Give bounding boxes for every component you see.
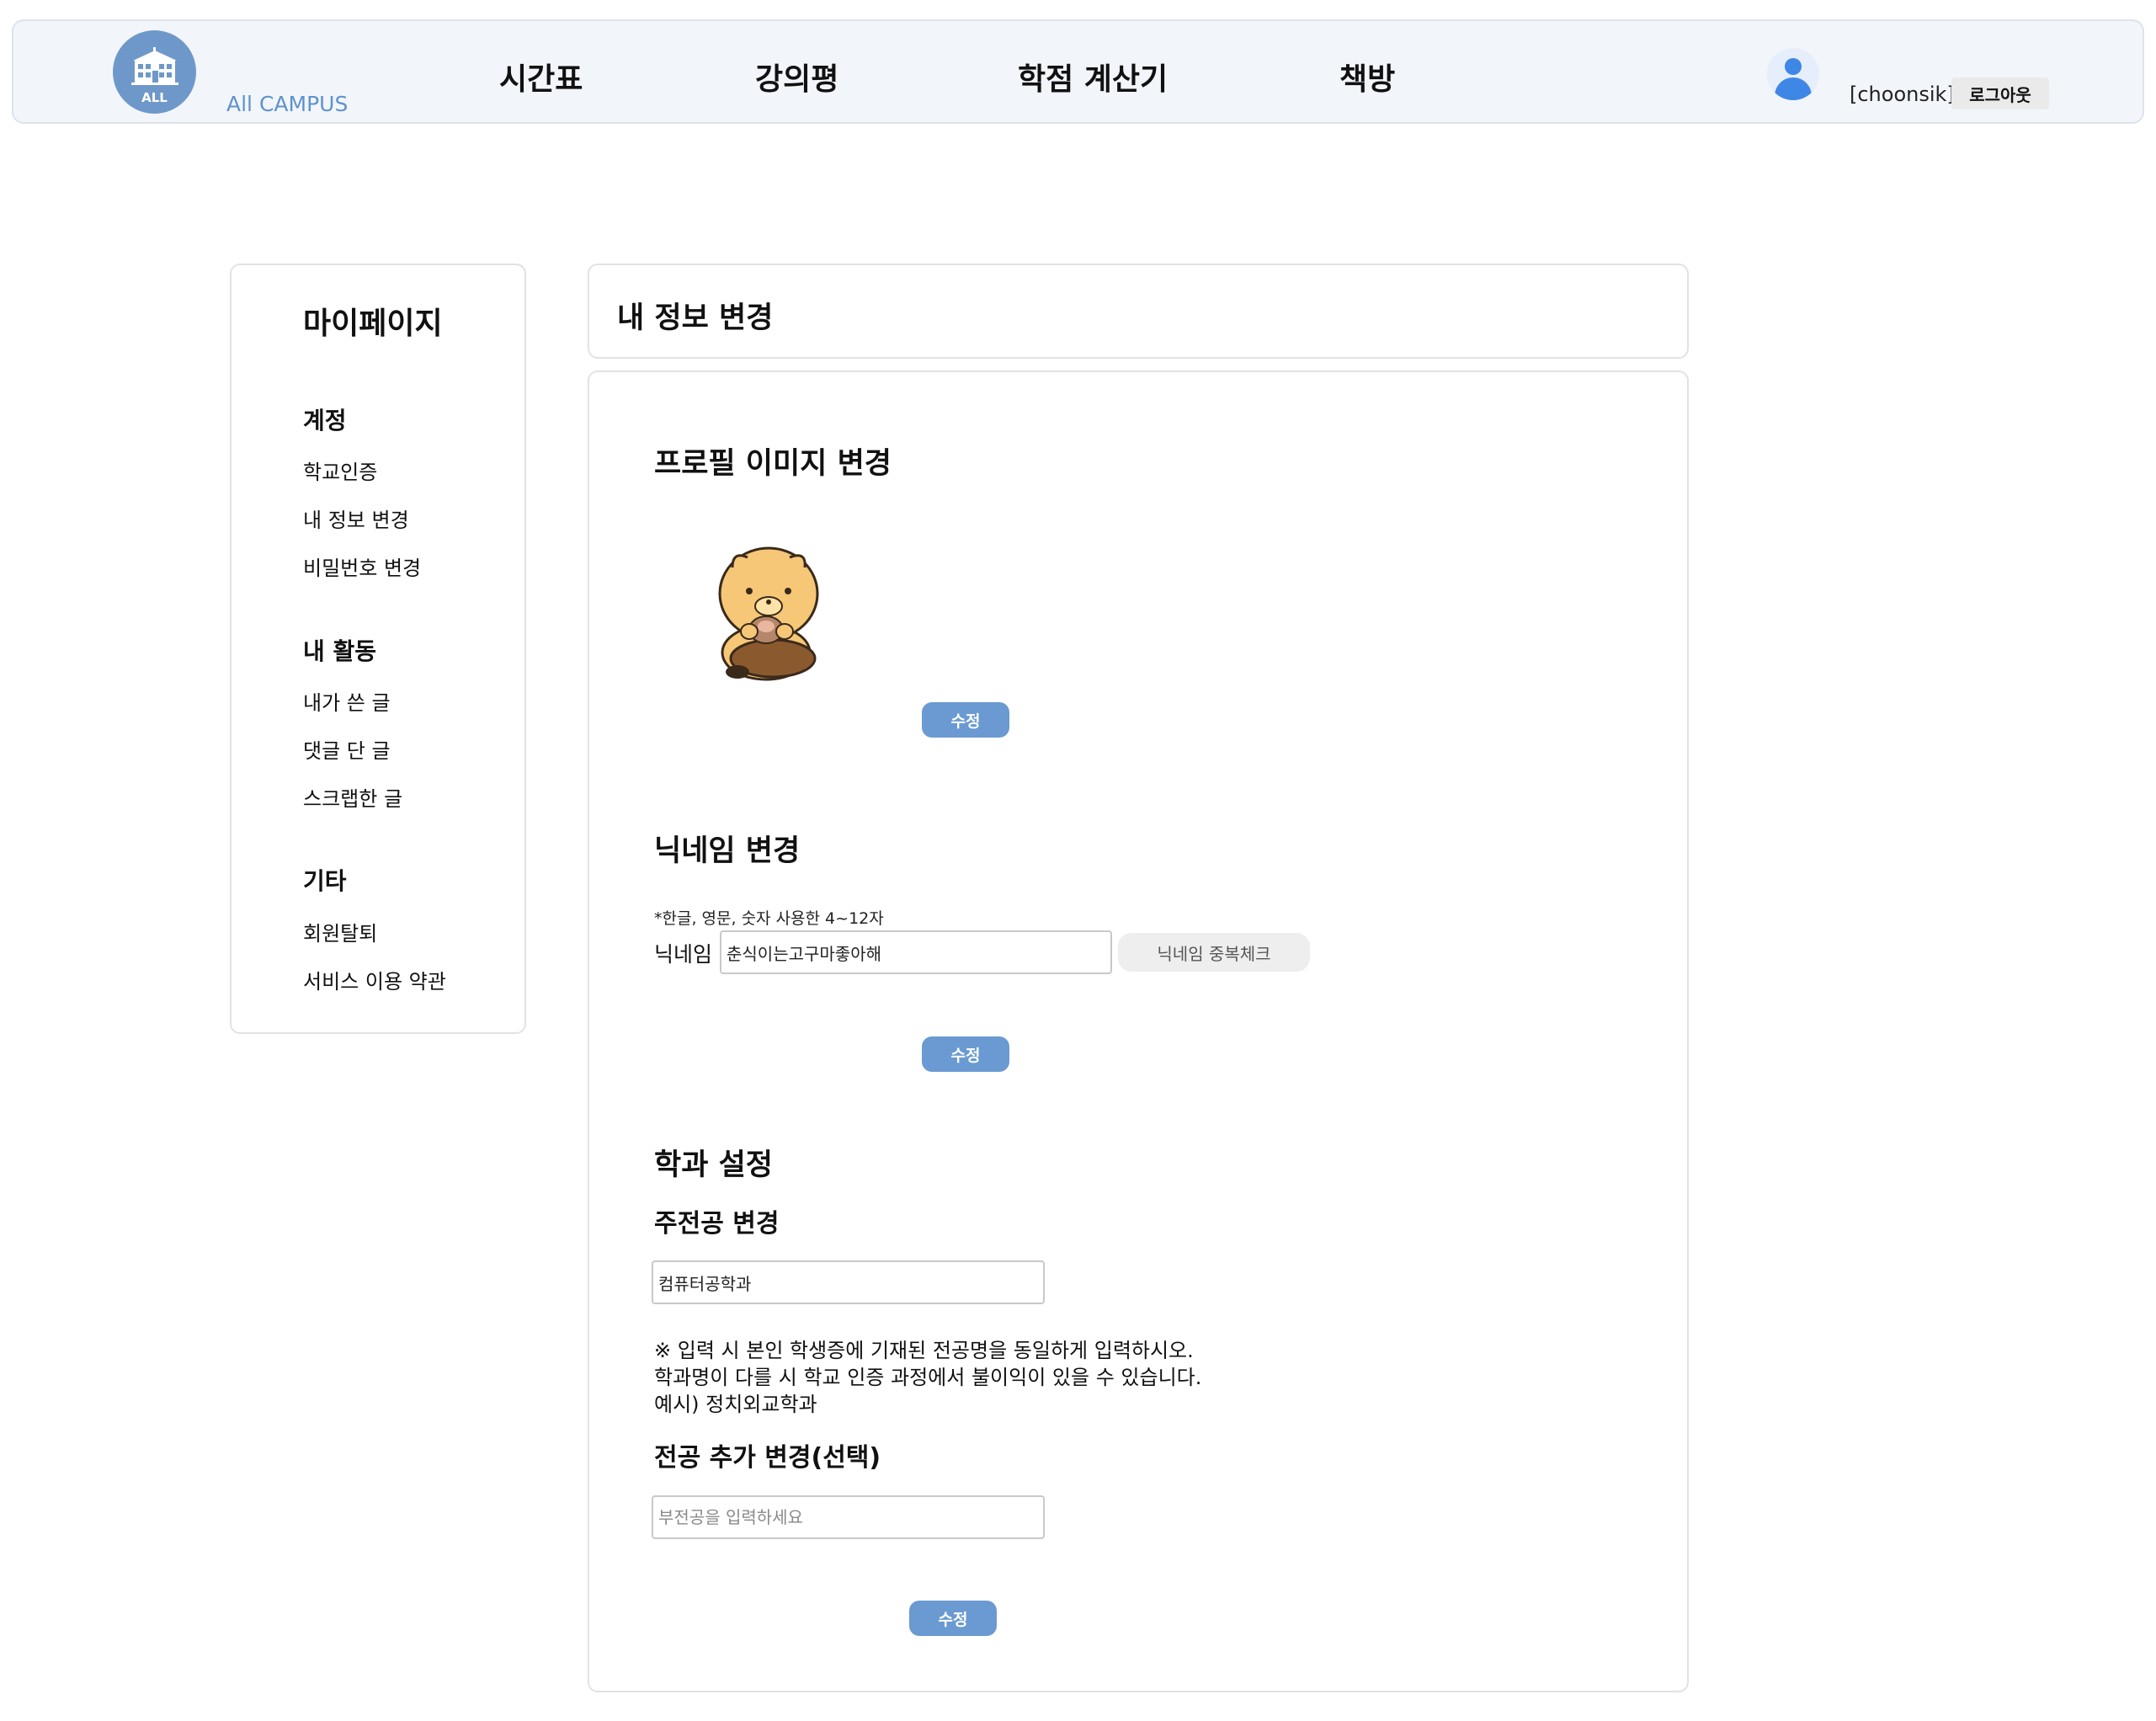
sidebar-section-account: 계정 (303, 407, 347, 434)
mypage-sidebar: 마이페이지 계정 학교인증 내 정보 변경 비밀번호 변경 내 활동 내가 쓴 … (230, 264, 526, 1034)
extra-major-title: 전공 추가 변경(선택) (654, 1443, 881, 1473)
nickname-label: 닉네임 (654, 942, 713, 967)
major-notice-example: 예시) 정치외교학과 (654, 1393, 817, 1416)
nav-lecture-review[interactable]: 강의평 (755, 55, 838, 99)
page-title-card: 내 정보 변경 (588, 264, 1689, 359)
major-change-title: 주전공 변경 (654, 1209, 780, 1239)
sidebar-section-etc: 기타 (303, 867, 347, 895)
sidebar-title: 마이페이지 (303, 306, 443, 341)
sidebar-item-withdraw[interactable]: 회원탈퇴 (303, 917, 377, 946)
major-input[interactable] (652, 1260, 1045, 1304)
nickname-duplicate-check-button[interactable]: 닉네임 중복체크 (1118, 933, 1310, 972)
department-edit-button[interactable]: 수정 (909, 1601, 997, 1636)
nav-bookstore[interactable]: 책방 (1339, 55, 1395, 99)
major-notice-line-1: ※ 입력 시 본인 학생증에 기재된 전공명을 동일하게 입력하시오. (654, 1339, 1194, 1362)
sidebar-section-activity: 내 활동 (303, 637, 377, 665)
sidebar-item-my-posts[interactable]: 내가 쓴 글 (303, 686, 391, 716)
logo-abbreviation: ALL (141, 90, 168, 105)
sidebar-item-scrapped-posts[interactable]: 스크랩한 글 (303, 782, 402, 812)
nav-timetable[interactable]: 시간표 (499, 55, 583, 99)
profile-image-edit-button[interactable]: 수정 (922, 702, 1009, 738)
sidebar-item-school-verification[interactable]: 학교인증 (303, 456, 377, 485)
profile-image-section-title: 프로필 이미지 변경 (654, 447, 892, 481)
logo[interactable]: ALL (113, 30, 196, 114)
brand-name[interactable]: All CAMPUS (226, 92, 348, 116)
profile-image[interactable] (714, 539, 823, 682)
nickname-hint: *한글, 영문, 숫자 사용한 4~12자 (654, 909, 884, 928)
sidebar-item-change-password[interactable]: 비밀번호 변경 (303, 551, 421, 581)
department-section-title: 학과 설정 (654, 1148, 773, 1182)
logout-button[interactable]: 로그아웃 (1951, 77, 2049, 109)
minor-input[interactable] (652, 1495, 1045, 1539)
edit-info-form: 프로필 이미지 변경 수정 닉네임 변경 *한글, 영문, 숫자 사용한 4~1… (588, 370, 1689, 1692)
nickname-edit-button[interactable]: 수정 (922, 1036, 1009, 1072)
major-notice-line-2: 학과명이 다를 시 학교 인증 과정에서 불이익이 있을 수 있습니다. (654, 1366, 1202, 1389)
page-title: 내 정보 변경 (617, 301, 774, 335)
school-building-icon (131, 47, 178, 85)
sidebar-item-commented-posts[interactable]: 댓글 단 글 (303, 734, 391, 764)
nickname-input[interactable] (720, 930, 1112, 974)
username: [choonsik] (1850, 83, 1955, 106)
sidebar-item-edit-info[interactable]: 내 정보 변경 (303, 504, 409, 533)
user-avatar-icon[interactable] (1767, 48, 1819, 100)
sidebar-item-terms[interactable]: 서비스 이용 약관 (303, 965, 446, 994)
nav-grade-calculator[interactable]: 학점 계산기 (1018, 55, 1168, 99)
top-navbar: ALL All CAMPUS 시간표 강의평 학점 계산기 책방 [choons… (12, 19, 2144, 124)
nickname-section-title: 닉네임 변경 (654, 834, 801, 868)
